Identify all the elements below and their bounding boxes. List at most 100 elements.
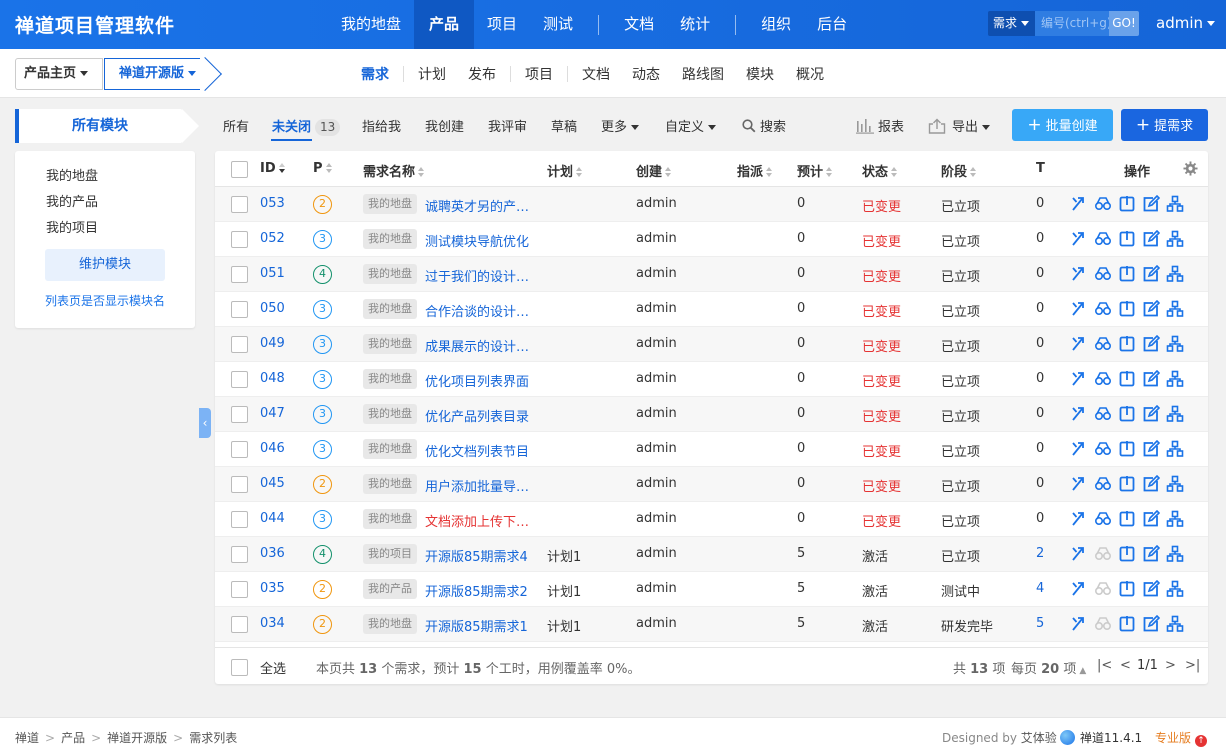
nav-company[interactable]: 组织 — [748, 0, 804, 49]
edit-icon[interactable] — [1142, 440, 1160, 458]
story-title-link[interactable]: 优化项目列表界面 — [425, 371, 531, 390]
story-title-link[interactable]: 成果展示的设计… — [425, 336, 531, 355]
story-title-link[interactable]: 开源版85期需求2 — [425, 581, 531, 600]
review-icon[interactable] — [1094, 545, 1112, 563]
close-story-icon[interactable] — [1118, 615, 1136, 633]
nav-doc[interactable]: 文档 — [611, 0, 667, 49]
edit-icon[interactable] — [1142, 265, 1160, 283]
module-tag[interactable]: 我的地盘 — [363, 194, 417, 214]
create-case-icon[interactable] — [1166, 545, 1184, 563]
review-icon[interactable] — [1094, 405, 1112, 423]
change-icon[interactable] — [1070, 580, 1088, 598]
edit-icon[interactable] — [1142, 195, 1160, 213]
module-tag[interactable]: 我的产品 — [363, 579, 417, 599]
search-toggle[interactable]: 搜索 — [742, 116, 786, 135]
change-icon[interactable] — [1070, 300, 1088, 318]
close-story-icon[interactable] — [1118, 335, 1136, 353]
subnav-module[interactable]: 模块 — [735, 64, 785, 84]
row-checkbox[interactable] — [231, 406, 248, 423]
search-type-select[interactable]: 需求 — [988, 11, 1035, 36]
story-id-link[interactable]: 047 — [260, 406, 285, 421]
subnav-dynamic[interactable]: 动态 — [621, 64, 671, 84]
report-button[interactable]: 报表 — [856, 116, 904, 135]
row-checkbox[interactable] — [231, 511, 248, 528]
app-logo[interactable]: 禅道项目管理软件 — [15, 11, 175, 38]
col-estimate[interactable]: 预计 — [797, 161, 833, 180]
col-assigned-to[interactable]: 指派 — [737, 161, 773, 180]
search-go-button[interactable]: GO! — [1109, 11, 1139, 36]
story-id-link[interactable]: 044 — [260, 511, 285, 526]
table-row[interactable]: 051 4 我的地盘 过于我们的设计… admin 0 已变更 已立项 0 — [215, 257, 1208, 292]
edit-icon[interactable] — [1142, 475, 1160, 493]
story-id-link[interactable]: 053 — [260, 196, 285, 211]
story-title-link[interactable]: 合作洽谈的设计… — [425, 301, 531, 320]
subnav-release[interactable]: 发布 — [457, 64, 507, 84]
row-checkbox[interactable] — [231, 546, 248, 563]
module-tag[interactable]: 我的项目 — [363, 544, 417, 564]
create-case-icon[interactable] — [1166, 405, 1184, 423]
row-checkbox[interactable] — [231, 371, 248, 388]
table-row[interactable]: 047 3 我的地盘 优化产品列表目录 admin 0 已变更 已立项 0 — [215, 397, 1208, 432]
create-case-icon[interactable] — [1166, 475, 1184, 493]
footer-crumb[interactable]: 禅道 — [15, 731, 39, 745]
review-icon[interactable] — [1094, 300, 1112, 318]
story-title-link[interactable]: 测试模块导航优化 — [425, 231, 531, 250]
subnav-doc[interactable]: 文档 — [571, 64, 621, 84]
nav-my[interactable]: 我的地盘 — [328, 0, 414, 49]
version-link[interactable]: 禅道11.4.1 — [1060, 729, 1142, 746]
create-case-icon[interactable] — [1166, 335, 1184, 353]
filter-unclosed[interactable]: 未关闭 13 — [272, 116, 341, 136]
create-case-icon[interactable] — [1166, 580, 1184, 598]
sidebar-collapse-button[interactable]: ‹ — [199, 408, 211, 438]
review-icon[interactable] — [1094, 230, 1112, 248]
story-id-link[interactable]: 035 — [260, 581, 285, 596]
review-icon[interactable] — [1094, 335, 1112, 353]
module-item[interactable]: 我的项目 — [46, 217, 98, 236]
story-title-link[interactable]: 开源版85期需求1 — [425, 616, 531, 635]
row-checkbox[interactable] — [231, 266, 248, 283]
module-tag[interactable]: 我的地盘 — [363, 474, 417, 494]
story-title-link[interactable]: 诚聘英才另的产… — [425, 196, 531, 215]
edit-icon[interactable] — [1142, 405, 1160, 423]
edit-icon[interactable] — [1142, 335, 1160, 353]
review-icon[interactable] — [1094, 615, 1112, 633]
change-icon[interactable] — [1070, 545, 1088, 563]
footer-crumb[interactable]: 禅道开源版 — [107, 731, 167, 745]
task-count-cell[interactable]: 5 — [1036, 616, 1044, 631]
story-id-link[interactable]: 034 — [260, 616, 285, 631]
story-title-link[interactable]: 优化产品列表目录 — [425, 406, 531, 425]
change-icon[interactable] — [1070, 475, 1088, 493]
story-id-link[interactable]: 049 — [260, 336, 285, 351]
review-icon[interactable] — [1094, 370, 1112, 388]
per-page-dropdown[interactable]: 每页 20 项 ▲ — [1011, 658, 1086, 677]
subnav-view[interactable]: 概况 — [785, 64, 835, 84]
module-tag[interactable]: 我的地盘 — [363, 509, 417, 529]
next-page-icon[interactable]: > — [1165, 658, 1176, 673]
col-priority[interactable]: P — [313, 161, 333, 176]
row-checkbox[interactable] — [231, 301, 248, 318]
row-checkbox[interactable] — [231, 441, 248, 458]
create-case-icon[interactable] — [1166, 615, 1184, 633]
change-icon[interactable] — [1070, 230, 1088, 248]
story-id-link[interactable]: 045 — [260, 476, 285, 491]
story-id-link[interactable]: 052 — [260, 231, 285, 246]
table-row[interactable]: 044 3 我的地盘 文档添加上传下… admin 0 已变更 已立项 0 — [215, 502, 1208, 537]
create-case-icon[interactable] — [1166, 300, 1184, 318]
nav-product[interactable]: 产品 — [414, 0, 475, 49]
subnav-roadmap[interactable]: 路线图 — [671, 64, 735, 84]
row-checkbox[interactable] — [231, 476, 248, 493]
subnav-story[interactable]: 需求 — [350, 64, 400, 84]
close-story-icon[interactable] — [1118, 405, 1136, 423]
row-checkbox[interactable] — [231, 196, 248, 213]
subnav-project[interactable]: 项目 — [514, 64, 564, 84]
row-checkbox[interactable] — [231, 581, 248, 598]
create-case-icon[interactable] — [1166, 265, 1184, 283]
export-dropdown[interactable]: 导出 — [928, 116, 991, 135]
change-icon[interactable] — [1070, 615, 1088, 633]
col-id[interactable]: ID — [260, 161, 286, 176]
review-icon[interactable] — [1094, 440, 1112, 458]
filter-reviewed-by-me[interactable]: 我评审 — [488, 116, 527, 135]
story-title-link[interactable]: 开源版85期需求4 — [425, 546, 531, 565]
table-row[interactable]: 045 2 我的地盘 用户添加批量导… admin 0 已变更 已立项 0 — [215, 467, 1208, 502]
table-row[interactable]: 049 3 我的地盘 成果展示的设计… admin 0 已变更 已立项 0 — [215, 327, 1208, 362]
